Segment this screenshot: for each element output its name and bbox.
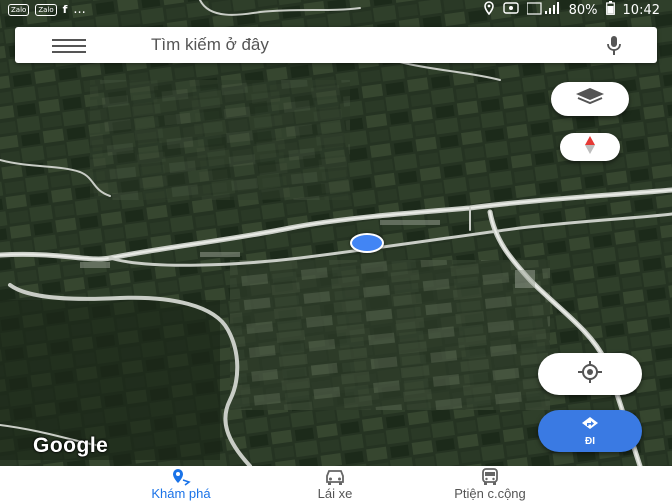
compass-button[interactable] [560,133,620,161]
tab-driving[interactable]: Lái xe [285,468,385,501]
satellite-map[interactable] [0,0,672,466]
directions-icon [581,416,599,435]
location-status-icon [483,1,495,19]
zalo-notification-icon: Zalo [8,3,30,16]
tab-transit-label: Ptiện c.cộng [454,486,526,501]
tab-transit[interactable]: Ptiện c.cộng [415,468,565,501]
go-button-label: ĐI [585,435,595,447]
google-attribution: Google [33,434,109,457]
status-bar: Zalo Zalo f ... 80% 10:42 [0,0,672,20]
battery-icon [605,1,615,19]
layers-icon [574,86,606,113]
clock: 10:42 [622,2,660,18]
signal-icon [526,1,561,19]
my-location-icon [575,360,605,389]
search-bar[interactable]: Tìm kiếm ở đây [15,27,657,63]
battery-percent: 80% [568,2,598,18]
microphone-icon[interactable] [605,35,623,57]
bottom-navigation: Khám phá Lái xe Ptiện c.cộng [0,466,672,503]
current-location-dot [350,233,384,253]
explore-pin-icon [120,468,242,486]
directions-go-button[interactable]: ĐI [538,410,642,452]
map-imagery [0,0,672,466]
search-input[interactable]: Tìm kiếm ở đây [151,35,269,55]
tab-explore-label: Khám phá [151,486,211,501]
layers-button[interactable] [551,82,629,116]
tab-driving-label: Lái xe [317,486,353,501]
compass-icon [582,135,598,160]
bus-icon [415,468,565,486]
my-location-button[interactable] [538,353,642,395]
car-icon [285,468,385,486]
data-saver-icon [502,2,519,18]
more-notifications-indicator: ... [73,2,86,17]
menu-icon[interactable] [52,39,86,53]
tab-explore[interactable]: Khám phá [120,468,242,501]
zalo-notification-icon: Zalo [35,3,57,16]
facebook-notification-icon: f [62,3,68,16]
